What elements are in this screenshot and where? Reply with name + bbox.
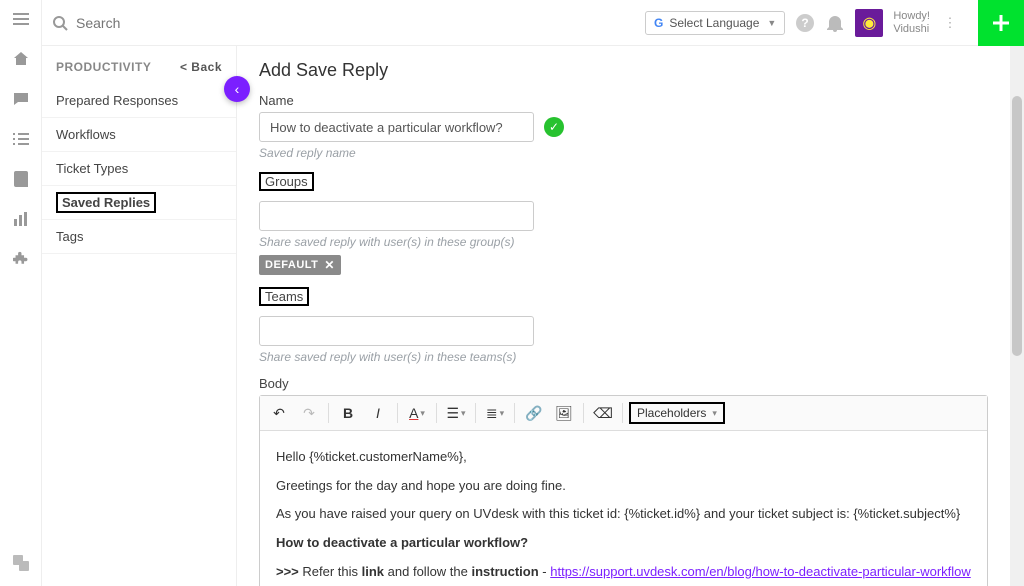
list-icon[interactable] [12, 130, 30, 148]
image-button[interactable]: 🖼 [551, 400, 577, 426]
groups-label: Groups [259, 172, 314, 191]
chevron-down-icon: ▼ [767, 18, 776, 28]
italic-button[interactable]: I [365, 400, 391, 426]
reports-icon[interactable] [12, 210, 30, 228]
help-icon[interactable]: ? [795, 13, 815, 33]
sidebar-item-workflows[interactable]: Workflows [42, 118, 236, 152]
svg-text:?: ? [802, 16, 809, 30]
chip-remove-icon[interactable]: ✕ [324, 258, 335, 272]
placeholders-button[interactable]: Placeholders▾ [629, 402, 725, 424]
teams-select[interactable] [259, 316, 534, 346]
sidebar-item-tags[interactable]: Tags [42, 220, 236, 254]
language-label: Select Language [669, 16, 759, 30]
kebab-icon[interactable]: ⋮ [940, 13, 960, 33]
redo-button[interactable]: ↷ [296, 400, 322, 426]
translate-icon[interactable] [12, 554, 30, 572]
editor-body[interactable]: Hello {%ticket.customerName%}, Greetings… [260, 431, 987, 586]
groups-hint: Share saved reply with user(s) in these … [259, 235, 988, 249]
chat-icon[interactable] [12, 90, 30, 108]
back-link[interactable]: < Back [180, 60, 222, 74]
name-label: Name [259, 93, 988, 108]
group-chip-default[interactable]: DEFAULT ✕ [259, 255, 341, 275]
link-button[interactable]: 🔗 [521, 400, 547, 426]
scrollbar[interactable] [1010, 46, 1024, 586]
page-title: Add Save Reply [259, 60, 988, 81]
groups-select[interactable] [259, 201, 534, 231]
search-input[interactable] [76, 15, 276, 31]
puzzle-icon[interactable] [12, 250, 30, 268]
add-button[interactable] [978, 0, 1024, 46]
user-greeting: Howdy! Vidushi [893, 10, 930, 36]
sidebar-item-saved-replies[interactable]: Saved Replies [42, 186, 236, 220]
home-icon[interactable] [12, 50, 30, 68]
font-color-button[interactable]: A ▾ [404, 400, 430, 426]
left-rail [0, 0, 42, 586]
avatar[interactable]: ◉ [855, 9, 883, 37]
teams-label: Teams [259, 287, 309, 306]
sidebar-item-ticket-types[interactable]: Ticket Types [42, 152, 236, 186]
undo-button[interactable]: ↶ [266, 400, 292, 426]
form-panel: Add Save Reply Name ✓ Saved reply name G… [237, 46, 1010, 586]
search-icon[interactable] [52, 15, 68, 31]
menu-icon[interactable] [12, 10, 30, 28]
bold-button[interactable]: B [335, 400, 361, 426]
name-hint: Saved reply name [259, 146, 988, 160]
valid-check-icon: ✓ [544, 117, 564, 137]
teams-hint: Share saved reply with user(s) in these … [259, 350, 988, 364]
book-icon[interactable] [12, 170, 30, 188]
language-selector[interactable]: G Select Language ▼ [645, 11, 785, 35]
bell-icon[interactable] [825, 13, 845, 33]
editor-toolbar: ↶ ↷ B I A ▾ ☰ ▾ ≣ ▾ 🔗 [260, 396, 987, 431]
name-input[interactable] [259, 112, 534, 142]
ul-button[interactable]: ☰ ▾ [443, 400, 469, 426]
clear-format-button[interactable]: ⌫ [590, 400, 616, 426]
collapse-sidebar-button[interactable]: ‹ [224, 76, 250, 102]
sidebar-section-title: PRODUCTIVITY [56, 60, 151, 74]
body-label: Body [259, 376, 988, 391]
sidebar: PRODUCTIVITY < Back Prepared Responses W… [42, 46, 237, 586]
sidebar-item-prepared-responses[interactable]: Prepared Responses [42, 84, 236, 118]
ol-button[interactable]: ≣ ▾ [482, 400, 508, 426]
topbar: G Select Language ▼ ? ◉ Howdy! Vidushi ⋮ [42, 0, 1024, 46]
instruction-link[interactable]: https://support.uvdesk.com/en/blog/how-t… [550, 564, 971, 579]
